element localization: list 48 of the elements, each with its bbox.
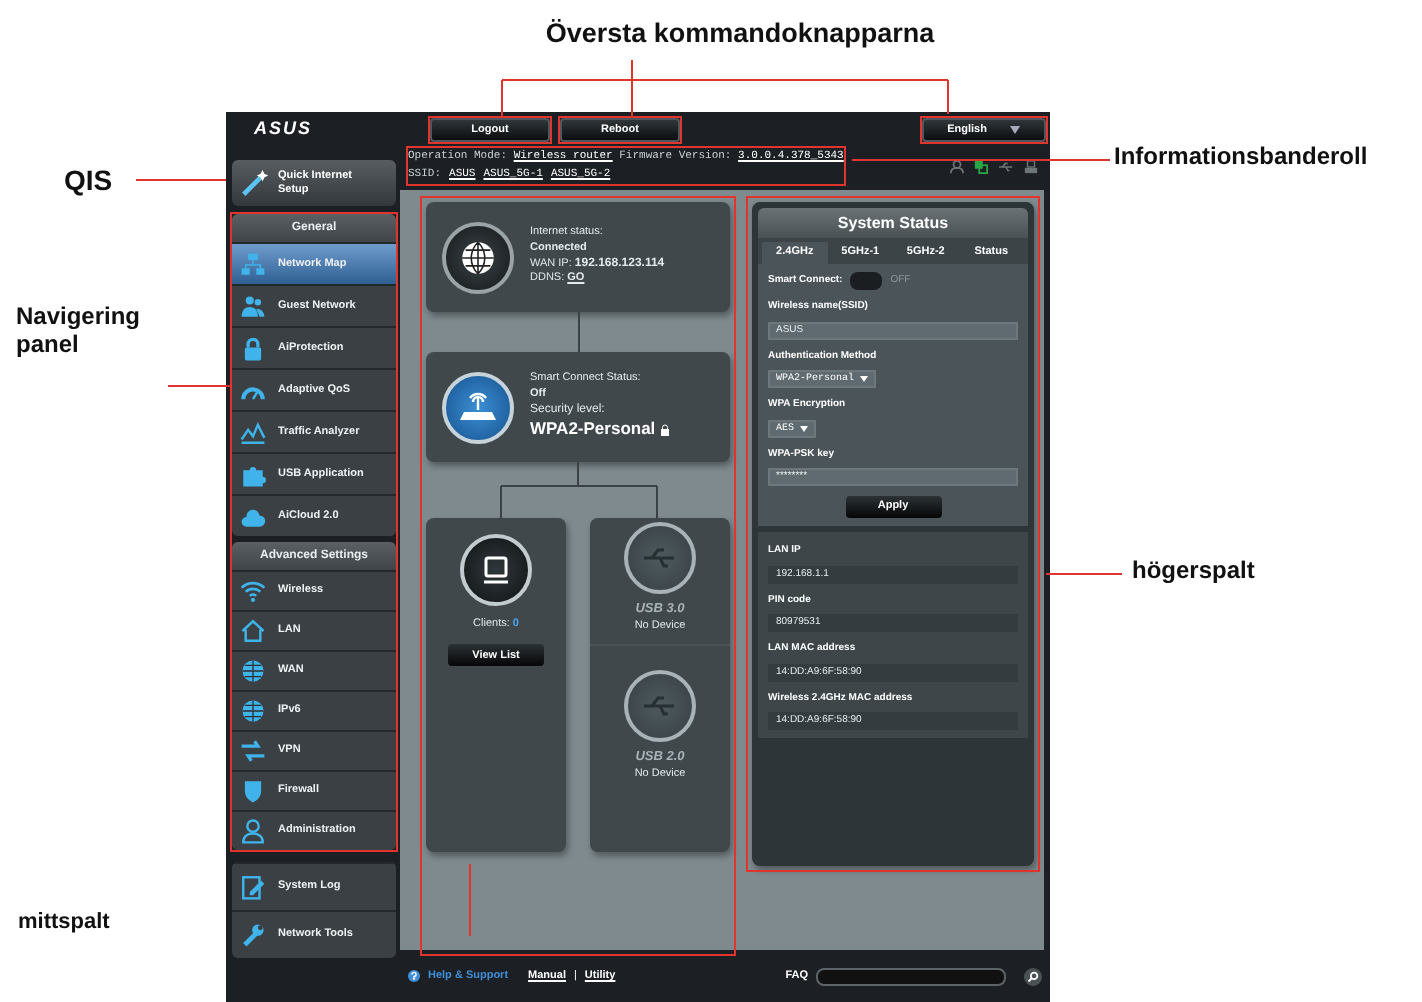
callout-label: högerspalt xyxy=(1132,558,1255,586)
puzzle-icon xyxy=(240,461,266,487)
person-icon xyxy=(240,818,266,844)
callout-label: Översta kommandoknapparna xyxy=(543,18,937,50)
caret-icon xyxy=(860,376,869,382)
highlight-frame xyxy=(428,115,552,143)
person-icon[interactable] xyxy=(950,160,964,174)
globe-icon xyxy=(240,658,266,684)
lock-icon xyxy=(659,423,670,436)
monitor-icon[interactable] xyxy=(460,534,532,606)
search-icon[interactable] xyxy=(1024,967,1042,985)
callout-label: QIS xyxy=(64,164,113,197)
usb-icon[interactable] xyxy=(624,522,696,594)
document-icon xyxy=(240,874,266,900)
leader-line xyxy=(168,384,234,388)
usb-icon[interactable] xyxy=(998,160,1014,174)
people-icon xyxy=(240,293,266,319)
lock-icon xyxy=(240,335,266,361)
caret-icon xyxy=(1010,125,1021,133)
globe-icon xyxy=(240,698,266,724)
highlight-frame xyxy=(920,115,1048,143)
shield-icon xyxy=(240,778,266,804)
status-value: WPA2-Personal xyxy=(530,418,656,442)
printer-icon[interactable] xyxy=(1024,160,1038,174)
leader-line xyxy=(136,178,228,182)
callout-label: Navigering panel xyxy=(16,304,143,360)
panel-title: System Status xyxy=(758,208,1028,238)
search-field[interactable] xyxy=(816,967,1006,985)
callout-label: Informationsbanderoll xyxy=(1114,144,1368,172)
globe-icon[interactable] xyxy=(442,221,514,293)
house-icon xyxy=(240,618,266,644)
callout-label: mittspalt xyxy=(18,910,110,936)
leader-line xyxy=(1046,572,1124,576)
wifi-icon xyxy=(240,578,266,604)
usb-icon[interactable] xyxy=(624,670,696,742)
magic-wand-icon xyxy=(240,168,270,198)
caret-icon xyxy=(800,425,809,431)
network-icon xyxy=(240,251,266,277)
logo: ASUS xyxy=(252,115,315,142)
leader-line xyxy=(468,864,472,938)
highlight-frame xyxy=(558,115,682,143)
toggle-switch[interactable] xyxy=(850,272,883,290)
chart-icon xyxy=(240,419,266,445)
wrench-icon xyxy=(240,922,266,948)
router-icon[interactable] xyxy=(442,371,514,443)
network-icon[interactable] xyxy=(974,160,988,174)
arrows-icon xyxy=(240,738,266,764)
help-icon xyxy=(408,970,420,982)
